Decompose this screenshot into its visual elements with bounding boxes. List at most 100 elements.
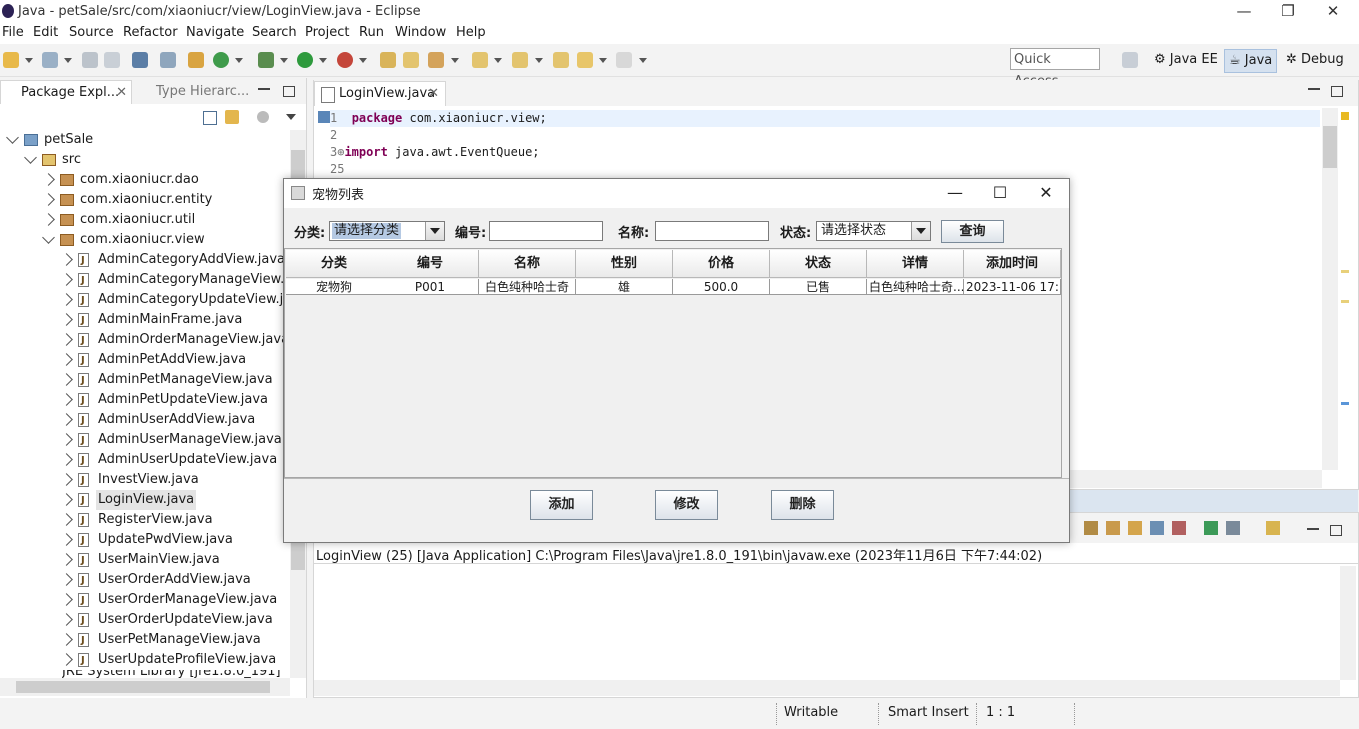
code-line-1[interactable]: 1 package com.xiaoniucr.view;	[330, 110, 547, 127]
code-line-25[interactable]: 25	[330, 161, 344, 178]
chevron-right-icon[interactable]	[60, 473, 73, 486]
chevron-right-icon[interactable]	[60, 273, 73, 286]
table-cell[interactable]: 500.0	[673, 279, 770, 295]
chevron-right-icon[interactable]	[60, 453, 73, 466]
new-java-package-icon[interactable]	[188, 52, 204, 68]
last-edit-icon[interactable]	[553, 52, 569, 68]
overview-warning-marker[interactable]	[1341, 112, 1349, 120]
tree-item[interactable]: com.xiaoniucr.view	[0, 230, 290, 250]
tree-item[interactable]: src	[0, 150, 290, 170]
chevron-right-icon[interactable]	[60, 573, 73, 586]
menu-file[interactable]: File	[2, 25, 24, 40]
chevron-right-icon[interactable]	[60, 593, 73, 606]
console-pin-icon[interactable]	[1172, 521, 1186, 535]
terminal-icon[interactable]	[132, 52, 148, 68]
tree-item[interactable]: AdminCategoryAddView.java	[0, 250, 290, 270]
tree-item[interactable]: com.xiaoniucr.util	[0, 210, 290, 230]
chevron-right-icon[interactable]	[60, 633, 73, 646]
tree-item[interactable]: LoginView.java	[0, 490, 290, 510]
tree-item[interactable]: UserMainView.java	[0, 550, 290, 570]
save-icon[interactable]	[82, 52, 98, 68]
back-dropdown-icon[interactable]	[599, 58, 607, 63]
minimize-button[interactable]: —	[1221, 0, 1267, 24]
chevron-right-icon[interactable]	[60, 253, 73, 266]
editor-maximize-icon[interactable]	[1331, 86, 1343, 97]
overview-marker[interactable]	[1341, 300, 1349, 303]
name-input[interactable]	[655, 221, 769, 241]
tree-item[interactable]: UserOrderManageView.java	[0, 590, 290, 610]
table-column-header[interactable]: 详情	[867, 250, 964, 278]
tree-item[interactable]: RegisterView.java	[0, 510, 290, 530]
external-tools-icon[interactable]	[337, 52, 353, 68]
minimize-view-icon[interactable]	[258, 88, 270, 90]
table-column-header[interactable]: 添加时间	[964, 250, 1061, 278]
menu-run[interactable]: Run	[359, 25, 384, 40]
tree-item[interactable]: AdminUserUpdateView.java	[0, 450, 290, 470]
open-folder-icon[interactable]	[403, 52, 419, 68]
menu-window[interactable]: Window	[395, 25, 446, 40]
tree-item[interactable]: AdminCategoryManageView.java	[0, 270, 290, 290]
table-cell[interactable]: 已售	[770, 279, 867, 295]
quick-access-input[interactable]: Quick Access	[1010, 48, 1100, 70]
new-class-icon[interactable]	[213, 52, 229, 68]
table-column-header[interactable]: 分类	[286, 250, 383, 278]
chevron-right-icon[interactable]	[60, 333, 73, 346]
category-select[interactable]: 请选择分类	[329, 221, 445, 241]
next-annotation-dropdown-icon[interactable]	[494, 58, 502, 63]
console-terminate-icon[interactable]	[1084, 521, 1098, 535]
menu-help[interactable]: Help	[456, 25, 486, 40]
next-annotation-icon[interactable]	[472, 52, 488, 68]
chevron-right-icon[interactable]	[60, 553, 73, 566]
open-perspective-icon[interactable]	[1122, 52, 1138, 68]
forward-dropdown-icon[interactable]	[639, 58, 647, 63]
run-icon[interactable]	[297, 52, 313, 68]
back-icon[interactable]	[577, 52, 593, 68]
open-type-icon[interactable]	[380, 52, 396, 68]
tree-item[interactable]: UserOrderUpdateView.java	[0, 610, 290, 630]
chevron-right-icon[interactable]	[60, 293, 73, 306]
overview-marker[interactable]	[1341, 270, 1349, 273]
query-button[interactable]: 查询	[941, 220, 1004, 243]
forward-icon[interactable]	[616, 52, 632, 68]
collapse-all-icon[interactable]	[203, 111, 217, 125]
new-file-icon[interactable]	[42, 52, 58, 68]
chevron-down-icon[interactable]	[42, 231, 55, 244]
search-dropdown-icon[interactable]	[451, 58, 459, 63]
console-scroll-lock-icon[interactable]	[1150, 521, 1164, 535]
tab-package-explorer[interactable]: Package Expl... ✕	[0, 80, 132, 104]
tree-item[interactable]: AdminMainFrame.java	[0, 310, 290, 330]
tree-item[interactable]: InvestView.java	[0, 470, 290, 490]
delete-button[interactable]: 删除	[771, 490, 834, 520]
menu-search[interactable]: Search	[252, 25, 297, 40]
table-cell[interactable]: 宠物狗	[286, 279, 383, 295]
chevron-right-icon[interactable]	[60, 653, 73, 666]
chevron-right-icon[interactable]	[60, 493, 73, 506]
editor-tab-loginview[interactable]: LoginView.java ✕	[314, 81, 446, 106]
package-explorer-hscroll[interactable]	[0, 678, 290, 696]
edit-button[interactable]: 修改	[655, 490, 718, 520]
editor-vscroll-thumb[interactable]	[1323, 126, 1337, 168]
code-line-2[interactable]: 2	[330, 127, 337, 144]
chevron-right-icon[interactable]	[60, 533, 73, 546]
new-class-dropdown-icon[interactable]	[235, 58, 243, 63]
chevron-down-icon[interactable]	[911, 222, 930, 240]
table-cell[interactable]: 2023-11-06 17:...	[964, 279, 1061, 295]
chevron-right-icon[interactable]	[60, 413, 73, 426]
console-open-icon[interactable]	[1226, 521, 1240, 535]
status-insert-mode[interactable]: Smart Insert	[888, 705, 969, 720]
save-all-icon[interactable]	[104, 52, 120, 68]
tree-item[interactable]: AdminCategoryUpdateView.java	[0, 290, 290, 310]
table-column-header[interactable]: 编号	[382, 250, 479, 278]
table-column-header[interactable]: 状态	[770, 250, 867, 278]
tree-item[interactable]: UserPetManageView.java	[0, 630, 290, 650]
table-column-header[interactable]: 价格	[673, 250, 770, 278]
editor-vscroll[interactable]	[1322, 108, 1338, 470]
console-clear-icon[interactable]	[1128, 521, 1142, 535]
tree-item[interactable]: UserUpdateProfileView.java	[0, 650, 290, 670]
console-display-icon[interactable]	[1204, 521, 1218, 535]
skip-breakpoints-icon[interactable]	[160, 52, 176, 68]
chevron-right-icon[interactable]	[42, 193, 55, 206]
tree-item[interactable]: AdminPetUpdateView.java	[0, 390, 290, 410]
menu-navigate[interactable]: Navigate	[186, 25, 244, 40]
menu-source[interactable]: Source	[69, 25, 114, 40]
